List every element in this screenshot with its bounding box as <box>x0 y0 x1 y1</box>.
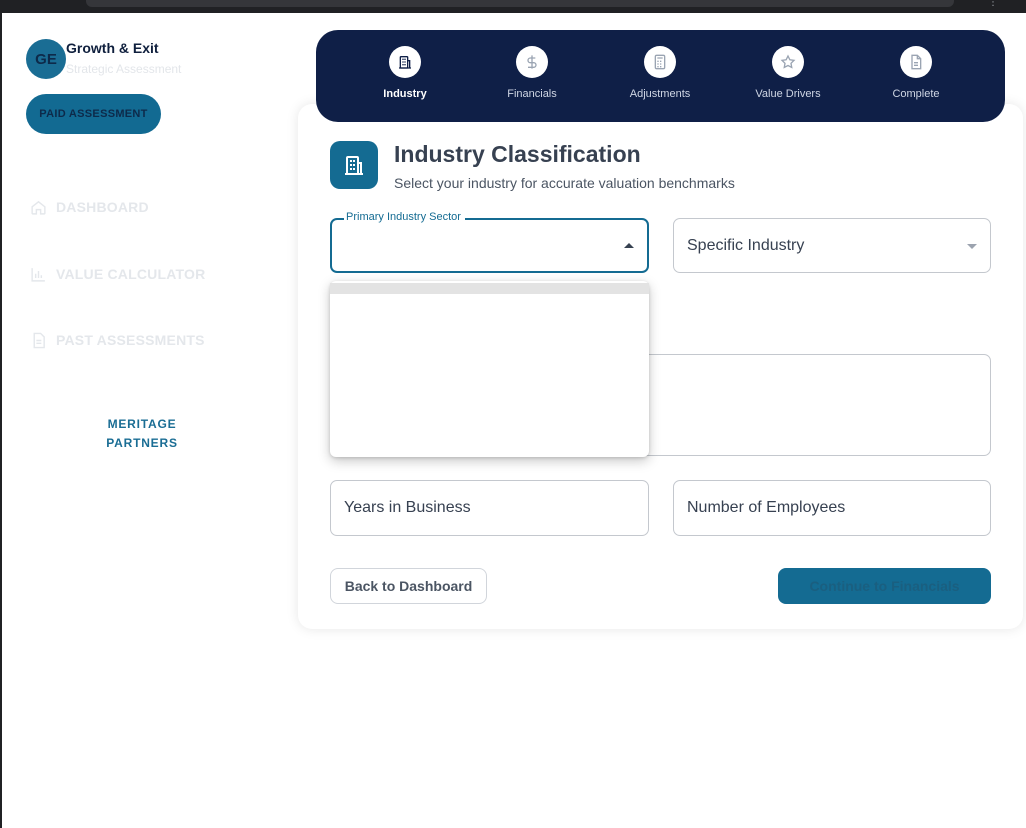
number-of-employees-input[interactable]: Number of Employees <box>673 480 991 536</box>
number-of-employees-placeholder: Number of Employees <box>687 499 846 516</box>
step-complete[interactable]: Complete <box>861 46 971 100</box>
sidebar-item-value-calculator[interactable]: VALUE CALCULATOR <box>30 262 205 286</box>
dropdown-option-highlighted[interactable] <box>330 283 649 294</box>
industry-dropdown-menu[interactable] <box>330 281 649 457</box>
calculator-icon <box>644 46 676 78</box>
primary-industry-label: Primary Industry Sector <box>344 211 465 223</box>
home-icon <box>31 200 46 215</box>
industry-building-icon <box>330 141 378 189</box>
star-icon <box>772 46 804 78</box>
years-in-business-input[interactable]: Years in Business <box>330 480 649 536</box>
step-adjustments[interactable]: Adjustments <box>605 46 715 100</box>
browser-toolbar: ⋮ <box>0 0 1026 13</box>
document-icon <box>33 332 45 348</box>
page-title: Industry Classification <box>394 141 641 167</box>
specific-industry-placeholder: Specific Industry <box>687 236 805 254</box>
partner-logo-text: MERITAGE PARTNERS <box>92 415 192 453</box>
browser-menu-icon[interactable]: ⋮ <box>988 0 998 8</box>
years-in-business-placeholder: Years in Business <box>344 499 471 516</box>
step-label: Financials <box>507 88 557 100</box>
paid-assessment-badge[interactable]: PAID ASSESSMENT <box>26 94 161 134</box>
primary-industry-select[interactable] <box>330 218 649 273</box>
step-industry[interactable]: Industry <box>350 46 460 100</box>
step-financials[interactable]: Financials <box>477 46 587 100</box>
brand-logo: GE <box>26 39 66 79</box>
partner-line-1: MERITAGE <box>107 417 177 431</box>
brand-name: Growth & Exit <box>66 40 159 56</box>
partner-line-2: PARTNERS <box>106 436 178 450</box>
chevron-up-icon <box>624 242 634 248</box>
step-label: Adjustments <box>629 88 691 100</box>
back-to-dashboard-button[interactable]: Back to Dashboard <box>330 568 487 604</box>
sidebar-item-label: DASHBOARD <box>56 199 149 215</box>
page-subtitle: Select your industry for accurate valuat… <box>394 175 735 191</box>
sidebar-item-dashboard[interactable]: DASHBOARD <box>30 195 149 219</box>
step-label: Industry <box>383 88 427 100</box>
sidebar: GE Growth & Exit Strategic Assessment PA… <box>2 13 292 828</box>
specific-industry-select[interactable]: Specific Industry <box>673 218 991 273</box>
sidebar-item-label: VALUE CALCULATOR <box>56 266 206 282</box>
step-value-drivers[interactable]: Value Drivers <box>733 46 843 100</box>
sidebar-item-label: PAST ASSESSMENTS <box>56 332 205 348</box>
continue-to-financials-button[interactable]: Continue to Financials <box>778 568 991 604</box>
bar-chart-icon <box>31 267 45 282</box>
chevron-down-icon <box>967 243 977 249</box>
building-icon <box>389 46 421 78</box>
address-bar[interactable] <box>86 0 954 7</box>
file-icon <box>900 46 932 78</box>
progress-stepper: Industry Financials Adjustments Value Dr… <box>316 30 1005 122</box>
step-label: Value Drivers <box>755 88 821 100</box>
sidebar-item-past-assessments[interactable]: PAST ASSESSMENTS <box>30 328 205 352</box>
dollar-icon <box>516 46 548 78</box>
step-label: Complete <box>892 88 940 100</box>
brand-subtitle: Strategic Assessment <box>66 62 182 76</box>
